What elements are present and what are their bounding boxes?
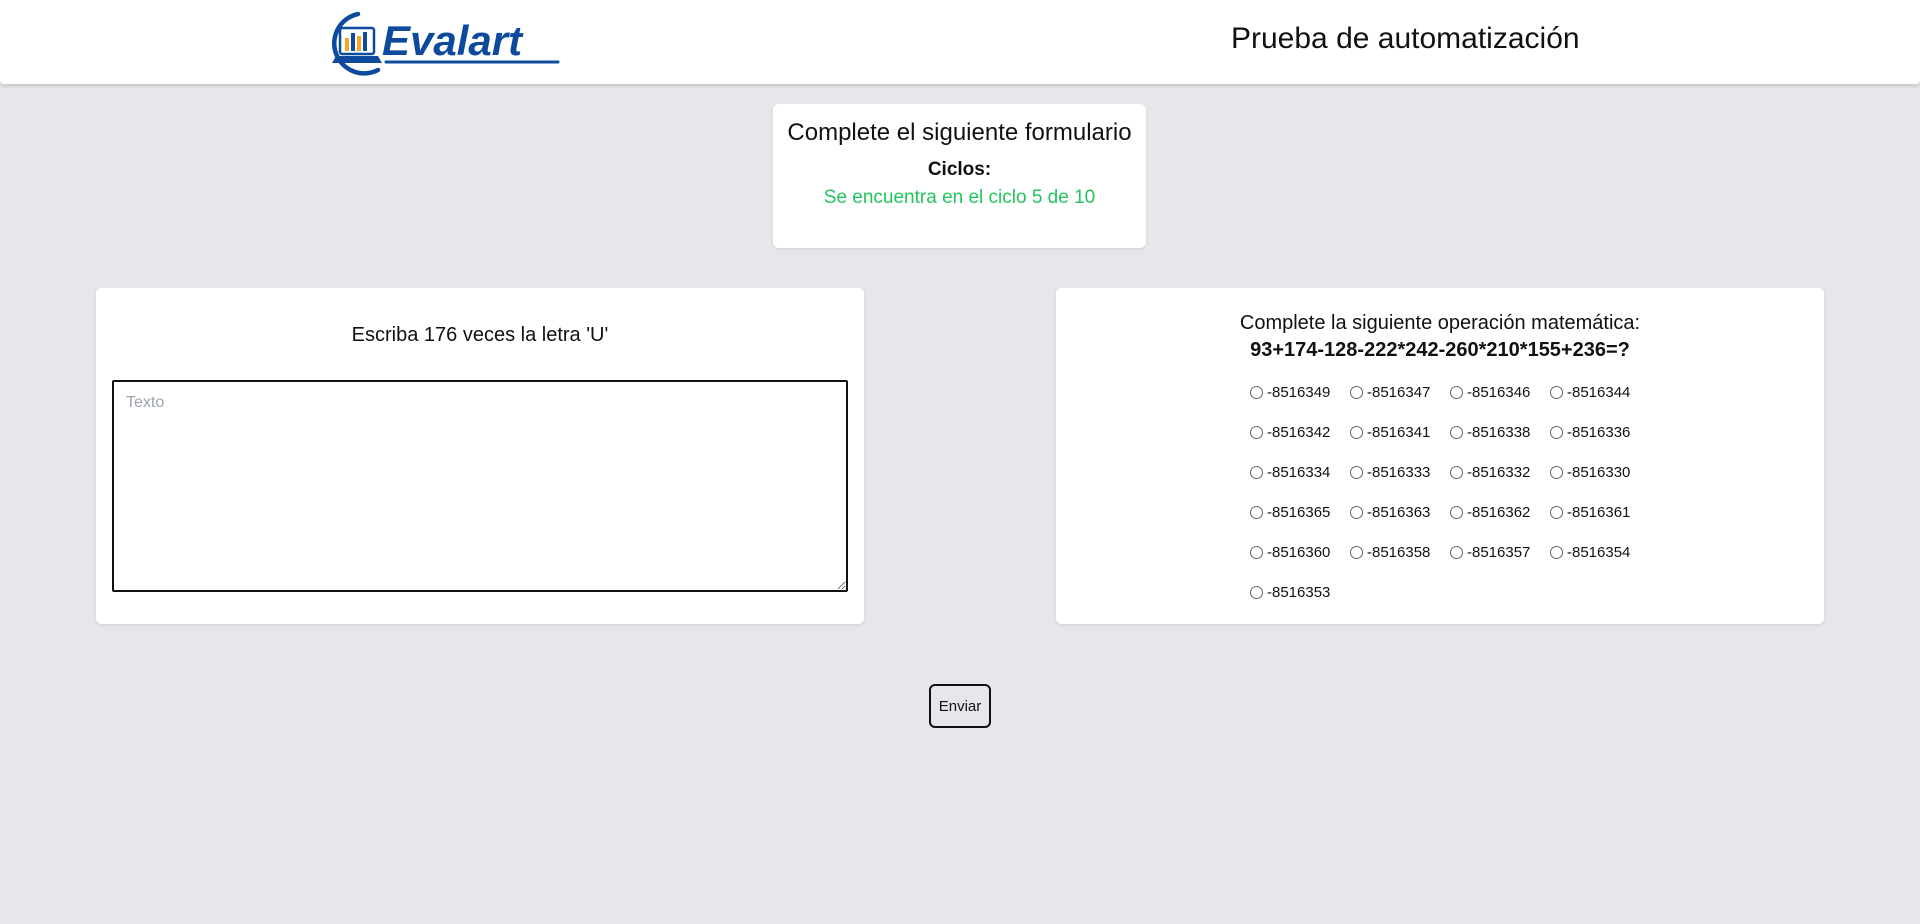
answer-option[interactable]: -8516360 <box>1248 540 1348 564</box>
radio-button[interactable] <box>1550 505 1563 519</box>
answer-option[interactable]: -8516354 <box>1548 540 1648 564</box>
page-title: Prueba de automatización <box>1231 22 1580 55</box>
answer-options: -8516349 -8516347 -8516346 -8516344 -851… <box>1248 380 1668 604</box>
option-label: -8516338 <box>1467 423 1531 441</box>
page-header: Evalart Prueba de automatización <box>0 0 1920 84</box>
option-label: -8516360 <box>1267 543 1331 561</box>
evalart-logo: Evalart <box>331 11 560 76</box>
answer-option[interactable]: -8516330 <box>1548 460 1648 484</box>
answer-option[interactable]: -8516357 <box>1448 540 1548 564</box>
option-label: -8516357 <box>1467 543 1531 561</box>
answer-option[interactable]: -8516349 <box>1248 380 1348 404</box>
option-label: -8516347 <box>1367 383 1431 401</box>
radio-button[interactable] <box>1250 425 1263 439</box>
answer-option[interactable]: -8516346 <box>1448 380 1548 404</box>
answer-option[interactable]: -8516338 <box>1448 420 1548 444</box>
answer-option[interactable]: -8516358 <box>1348 540 1448 564</box>
answer-option[interactable]: -8516342 <box>1248 420 1348 444</box>
radio-button[interactable] <box>1250 505 1263 519</box>
option-label: -8516334 <box>1267 463 1331 481</box>
answer-option[interactable]: -8516336 <box>1548 420 1648 444</box>
radio-button[interactable] <box>1550 465 1563 479</box>
cycle-label: Ciclos: <box>927 159 992 180</box>
option-label: -8516332 <box>1467 463 1531 481</box>
answer-option[interactable]: -8516334 <box>1248 460 1348 484</box>
radio-button[interactable] <box>1250 545 1263 559</box>
option-label: -8516336 <box>1567 423 1631 441</box>
option-label: -8516333 <box>1367 463 1431 481</box>
answer-option[interactable]: -8516362 <box>1448 500 1548 524</box>
cycle-status: Se encuentra en el ciclo 5 de 10 <box>823 187 1096 208</box>
radio-button[interactable] <box>1550 385 1563 399</box>
math-expression: 93+174-128-222*242-260*210*155+236=? <box>1250 339 1630 361</box>
answer-option[interactable]: -8516333 <box>1348 460 1448 484</box>
form-title: Complete el siguiente formulario <box>787 119 1132 146</box>
radio-button[interactable] <box>1250 385 1263 399</box>
option-label: -8516354 <box>1567 543 1631 561</box>
answer-option[interactable]: -8516363 <box>1348 500 1448 524</box>
logo-text: Evalart <box>382 17 524 64</box>
math-instruction: Complete la siguiente operación matemáti… <box>1239 312 1641 334</box>
option-label: -8516330 <box>1567 463 1631 481</box>
option-label: -8516361 <box>1567 503 1631 521</box>
radio-button[interactable] <box>1350 545 1363 559</box>
answer-option[interactable]: -8516347 <box>1348 380 1448 404</box>
radio-button[interactable] <box>1450 385 1463 399</box>
math-task-card: Complete la siguiente operación matemáti… <box>1056 288 1824 624</box>
option-label: -8516365 <box>1267 503 1331 521</box>
text-instruction: Escriba 176 veces la letra 'U' <box>351 324 609 346</box>
text-task-card: Escriba 176 veces la letra 'U' <box>96 288 864 624</box>
option-label: -8516363 <box>1367 503 1431 521</box>
radio-button[interactable] <box>1450 505 1463 519</box>
radio-button[interactable] <box>1350 505 1363 519</box>
answer-option[interactable]: -8516353 <box>1248 580 1348 604</box>
option-label: -8516346 <box>1467 383 1531 401</box>
radio-button[interactable] <box>1550 545 1563 559</box>
radio-button[interactable] <box>1550 425 1563 439</box>
option-label: -8516341 <box>1367 423 1431 441</box>
option-label: -8516362 <box>1467 503 1531 521</box>
radio-button[interactable] <box>1450 545 1463 559</box>
answer-option[interactable]: -8516332 <box>1448 460 1548 484</box>
radio-button[interactable] <box>1450 465 1463 479</box>
option-label: -8516353 <box>1267 583 1331 601</box>
radio-button[interactable] <box>1450 425 1463 439</box>
radio-button[interactable] <box>1350 465 1363 479</box>
answer-option[interactable]: -8516361 <box>1548 500 1648 524</box>
text-input[interactable] <box>112 380 848 592</box>
option-label: -8516342 <box>1267 423 1331 441</box>
cycle-card: Complete el siguiente formulario Ciclos:… <box>773 104 1146 248</box>
submit-button[interactable]: Enviar <box>929 684 991 728</box>
answer-option[interactable]: -8516341 <box>1348 420 1448 444</box>
option-label: -8516358 <box>1367 543 1431 561</box>
radio-button[interactable] <box>1250 465 1263 479</box>
answer-option[interactable]: -8516365 <box>1248 500 1348 524</box>
answer-option[interactable]: -8516344 <box>1548 380 1648 404</box>
radio-button[interactable] <box>1350 385 1363 399</box>
radio-button[interactable] <box>1250 585 1263 599</box>
radio-button[interactable] <box>1350 425 1363 439</box>
option-label: -8516349 <box>1267 383 1331 401</box>
option-label: -8516344 <box>1567 383 1631 401</box>
